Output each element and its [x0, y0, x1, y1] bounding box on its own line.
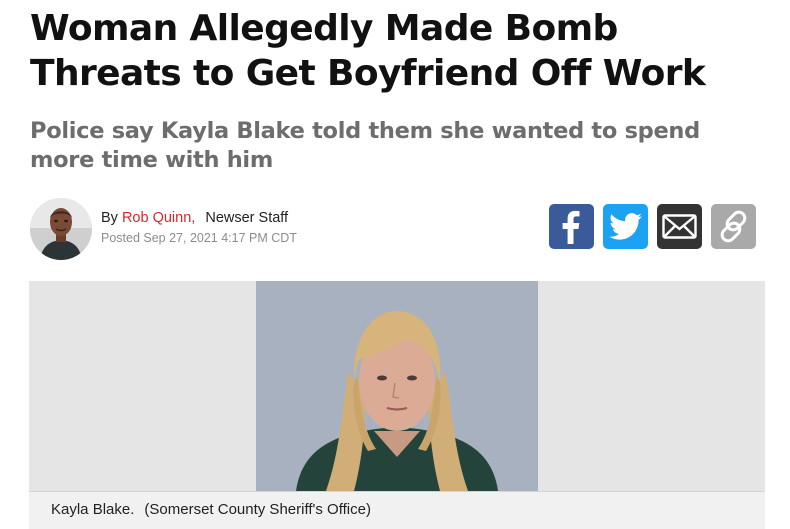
caption-text: Kayla Blake. — [51, 501, 135, 518]
posted-timestamp: Posted Sep 27, 2021 4:17 PM CDT — [101, 231, 297, 245]
share-email-button[interactable] — [657, 204, 702, 249]
photo-caption-bar: Kayla Blake. (Somerset County Sheriff's O… — [29, 491, 765, 529]
twitter-icon — [609, 213, 642, 240]
share-facebook-button[interactable] — [549, 204, 594, 249]
facebook-icon — [562, 210, 580, 244]
link-icon — [720, 210, 747, 243]
email-icon — [662, 214, 697, 239]
byline-prefix: By — [101, 210, 118, 226]
photo-credit: (Somerset County Sheriff's Office) — [144, 501, 371, 518]
article-headline: Woman Allegedly Made Bomb Threats to Get… — [30, 8, 706, 94]
author-link[interactable]: Rob Quinn, — [122, 210, 195, 226]
mugshot-photo[interactable] — [256, 281, 538, 491]
photo-caption: Kayla Blake. (Somerset County Sheriff's O… — [51, 501, 371, 518]
author-avatar-image — [30, 198, 92, 260]
article-photo-container — [29, 281, 765, 491]
author-avatar[interactable] — [30, 198, 92, 260]
author-role: Newser Staff — [205, 210, 289, 226]
share-twitter-button[interactable] — [603, 204, 648, 249]
article-subhead: Police say Kayla Blake told them she wan… — [30, 118, 700, 173]
share-link-button[interactable] — [711, 204, 756, 249]
byline: By Rob Quinn, Newser Staff — [101, 210, 288, 226]
